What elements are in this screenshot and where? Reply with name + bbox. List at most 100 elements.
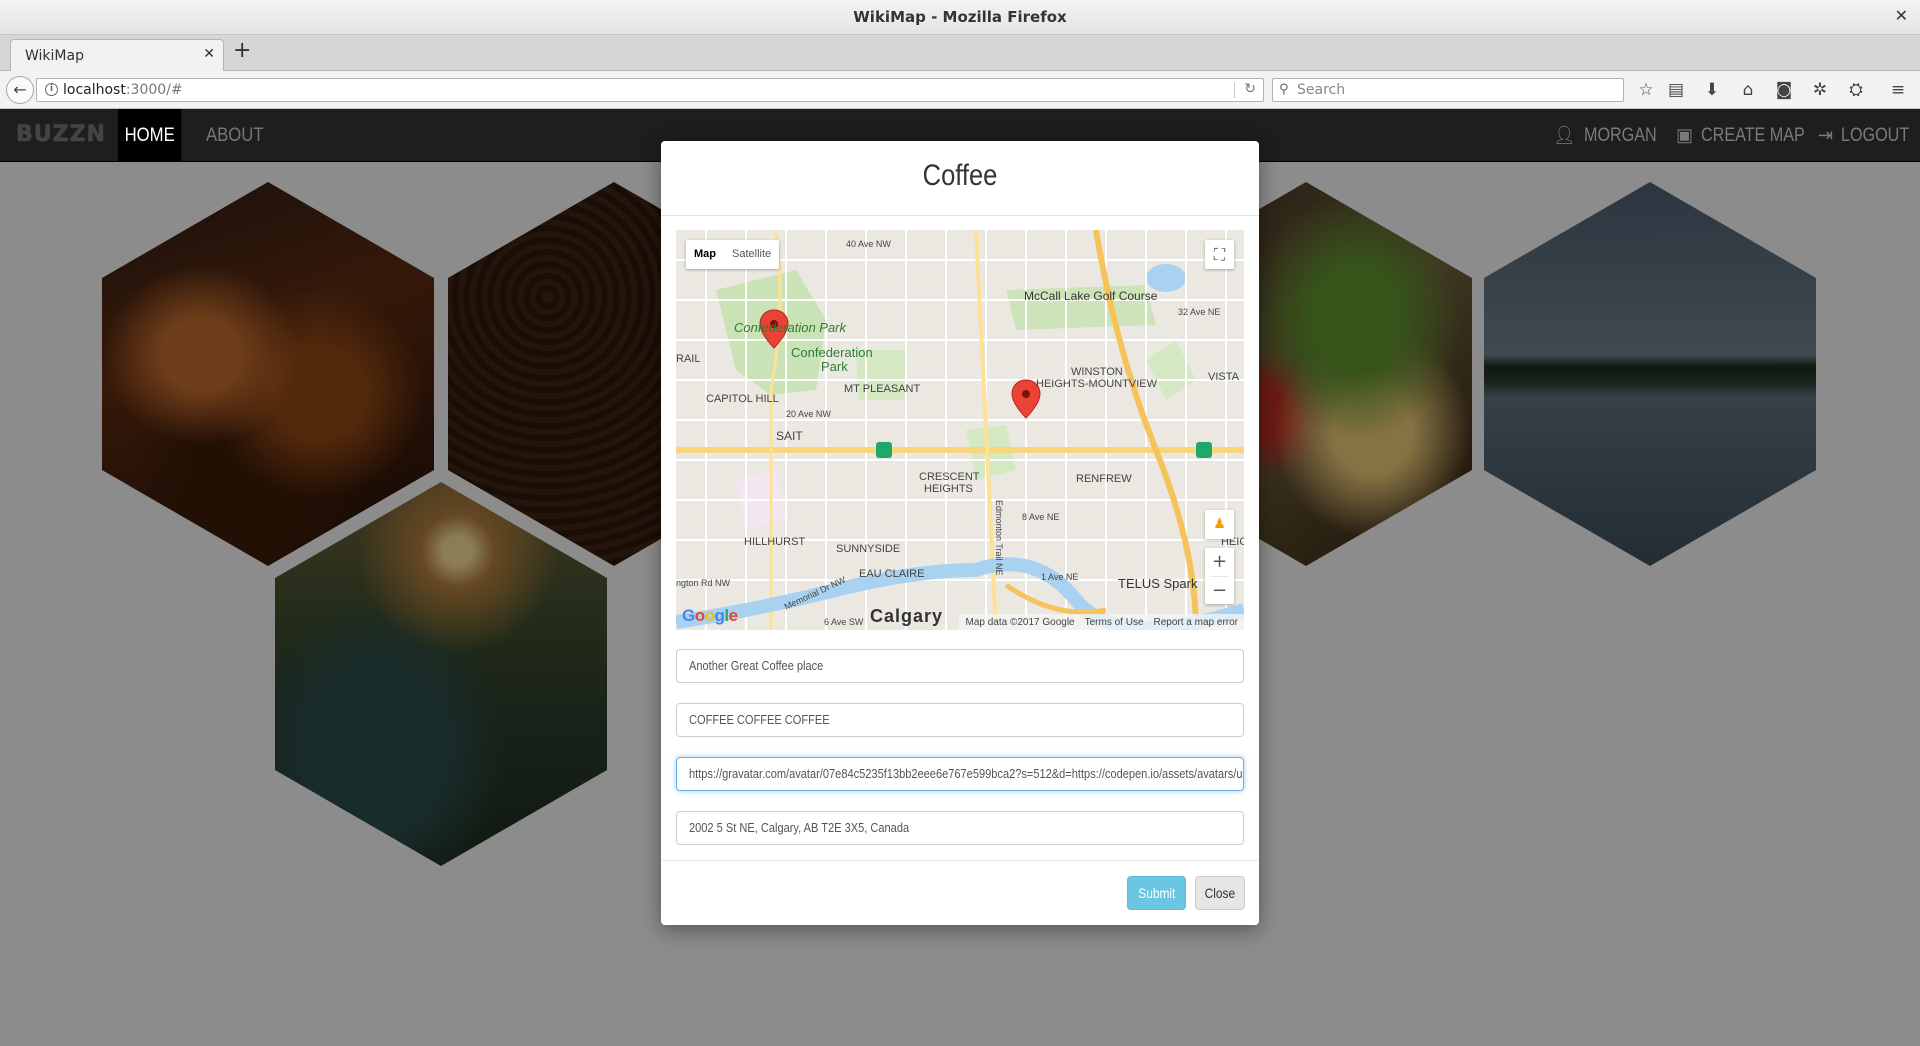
map-label-calgary: Calgary — [870, 606, 943, 626]
map-report-link[interactable]: Report a map error — [1154, 617, 1238, 628]
extension-icon[interactable]: ✲ — [1809, 79, 1831, 101]
pegman-icon[interactable]: ♟ — [1205, 510, 1234, 539]
bookmarks-list-icon[interactable]: ▤ — [1665, 79, 1687, 101]
close-label: Close — [1204, 885, 1236, 901]
map-label-mt-pleasant: MT PLEASANT — [844, 383, 920, 395]
download-icon[interactable]: ⬇ — [1701, 79, 1723, 101]
hex-tile-hiker[interactable] — [275, 482, 607, 866]
map-label-edmonton-trail: Edmonton Trail NE — [994, 500, 1004, 576]
map-type-map[interactable]: Map — [686, 240, 724, 269]
map-label-8-ave: 8 Ave NE — [1022, 512, 1059, 522]
modal-footer-divider — [661, 860, 1259, 861]
map-label-rail: RAIL — [676, 353, 700, 365]
nav-user-label: MORGAN — [1583, 125, 1657, 146]
browser-tab[interactable]: WikiMap ✕ — [10, 39, 224, 71]
map-label-eau-claire: EAU CLAIRE — [859, 568, 924, 580]
map-label-park: Park — [821, 359, 848, 374]
hex-tile-lake[interactable] — [1484, 182, 1816, 566]
map-label-telus-spark: TELUS Spark — [1118, 576, 1198, 591]
zoom-in-icon[interactable]: + — [1205, 548, 1234, 576]
url-bar[interactable]: i localhost:3000/# ↻ — [36, 78, 1264, 102]
back-arrow-icon[interactable]: ← — [6, 76, 34, 104]
map-type-satellite[interactable]: Satellite — [724, 240, 779, 269]
submit-button[interactable]: Submit — [1127, 876, 1186, 910]
nav-logout-label: LOGOUT — [1841, 125, 1910, 146]
map-label-mccall-lake: McCall Lake Golf Course — [1024, 289, 1158, 303]
map-label-32-ave: 32 Ave NE — [1178, 307, 1220, 317]
map-label-sait: SAIT — [776, 429, 803, 443]
user-icon: 👤︎ — [1553, 125, 1576, 145]
url-rest: :3000/# — [125, 82, 183, 98]
map-label-20-ave: 20 Ave NW — [786, 409, 831, 419]
nav-logout[interactable]: ⇥ LOGOUT — [1818, 109, 1920, 162]
nav-user[interactable]: 👤︎ MORGAN — [1553, 109, 1669, 162]
google-logo[interactable]: Google — [682, 606, 738, 626]
reload-icon[interactable]: ↻ — [1244, 81, 1256, 97]
map-label-capitol-hill: CAPITOL HILL — [706, 393, 779, 405]
window-titlebar: WikiMap - Mozilla Firefox ✕ — [0, 0, 1920, 35]
map-label-6-ave-sw: 6 Ave SW — [824, 617, 864, 627]
nav-create-map[interactable]: ▣ CREATE MAP — [1676, 109, 1823, 162]
picture-icon: ▣ — [1676, 125, 1694, 145]
info-icon[interactable]: i — [45, 83, 58, 96]
search-bar[interactable]: ⚲ Search — [1272, 78, 1624, 102]
map-terms-link[interactable]: Terms of Use — [1085, 617, 1144, 628]
url-separator — [1234, 82, 1235, 98]
map-label-heights-mountview: HEIGHTS-MOUNTVIEW — [1036, 378, 1158, 390]
nav-home[interactable]: HOME — [118, 109, 182, 162]
close-button[interactable]: Close — [1195, 876, 1245, 910]
zoom-control: + − — [1205, 548, 1234, 604]
map-label-vista: VISTA — [1208, 371, 1240, 383]
new-tab-icon[interactable]: + — [233, 38, 251, 63]
map-attribution: Map data ©2017 Google — [965, 616, 1075, 628]
menu-hamburger-icon[interactable]: ≡ — [1887, 79, 1909, 101]
fullscreen-icon[interactable]: ⛶ — [1205, 240, 1234, 269]
home-icon[interactable]: ⌂ — [1737, 79, 1759, 101]
map-label-heights: HEIGHTS — [924, 483, 973, 495]
nav-about[interactable]: ABOUT — [206, 109, 264, 162]
window-close-icon[interactable]: ✕ — [1895, 6, 1908, 25]
map-canvas[interactable]: Confederation Park Confederation Park CA… — [676, 230, 1244, 630]
tab-strip: WikiMap ✕ + — [0, 35, 1920, 71]
map-attribution-bar: Map data ©2017 Google Terms of Use Repor… — [959, 614, 1244, 630]
place-description-input[interactable]: COFFEE COFFEE COFFEE — [676, 703, 1244, 737]
map-label-sunnyside: SUNNYSIDE — [836, 543, 900, 555]
tab-title: WikiMap — [25, 48, 84, 64]
search-icon: ⚲ — [1279, 82, 1289, 97]
place-address-input[interactable]: 2002 5 St NE, Calgary, AB T2E 3X5, Canad… — [676, 811, 1244, 845]
map-label-winston: WINSTON — [1071, 366, 1123, 378]
tab-close-icon[interactable]: ✕ — [203, 46, 215, 62]
url-text: localhost:3000/# — [63, 82, 183, 98]
place-name-value: Another Great Coffee place — [689, 658, 824, 673]
map-label-40-ave: 40 Ave NW — [846, 239, 891, 249]
map-label-renfrew: RENFREW — [1076, 473, 1132, 485]
place-name-input[interactable]: Another Great Coffee place — [676, 649, 1244, 683]
browser-toolbar: ← i localhost:3000/# ↻ ⚲ Search ☆ ▤ ⬇ ⌂ … — [0, 71, 1920, 109]
nav-create-map-label: CREATE MAP — [1701, 125, 1805, 146]
place-image-url-value: https://gravatar.com/avatar/07e84c5235f1… — [689, 766, 1244, 781]
map-label-confederation-park-2: Confederation — [791, 345, 873, 360]
url-host: localhost — [63, 82, 126, 98]
modal-header-divider — [661, 215, 1259, 216]
submit-label: Submit — [1137, 885, 1176, 901]
map-label-hillhurst: HILLHURST — [744, 536, 805, 548]
brand-logo[interactable]: BUZZN — [16, 122, 106, 147]
place-description-value: COFFEE COFFEE COFFEE — [689, 712, 830, 727]
zoom-out-icon[interactable]: − — [1205, 577, 1234, 605]
place-image-url-input[interactable]: https://gravatar.com/avatar/07e84c5235f1… — [676, 757, 1244, 791]
map-label-rd-nw: ngton Rd NW — [676, 578, 731, 588]
pocket-icon[interactable]: ◙ — [1773, 79, 1795, 101]
search-placeholder: Search — [1297, 82, 1346, 98]
logout-icon: ⇥ — [1818, 125, 1834, 145]
window-title: WikiMap - Mozilla Firefox — [853, 8, 1067, 26]
bookmark-star-icon[interactable]: ☆ — [1635, 79, 1657, 101]
google-map[interactable]: Confederation Park Confederation Park CA… — [676, 230, 1244, 630]
devtools-icon[interactable]: ⛭ — [1845, 79, 1867, 101]
modal-title: Coffee — [922, 159, 998, 192]
map-label-crescent: CRESCENT — [919, 471, 980, 483]
map-label-confederation-park: Confederation Park — [734, 320, 848, 335]
place-address-value: 2002 5 St NE, Calgary, AB T2E 3X5, Canad… — [689, 820, 910, 835]
map-label-1-ave: 1 Ave NE — [1041, 572, 1078, 582]
hex-tile-beer[interactable] — [102, 182, 434, 566]
map-modal: Coffee Confederation Park Confederation … — [661, 141, 1259, 925]
